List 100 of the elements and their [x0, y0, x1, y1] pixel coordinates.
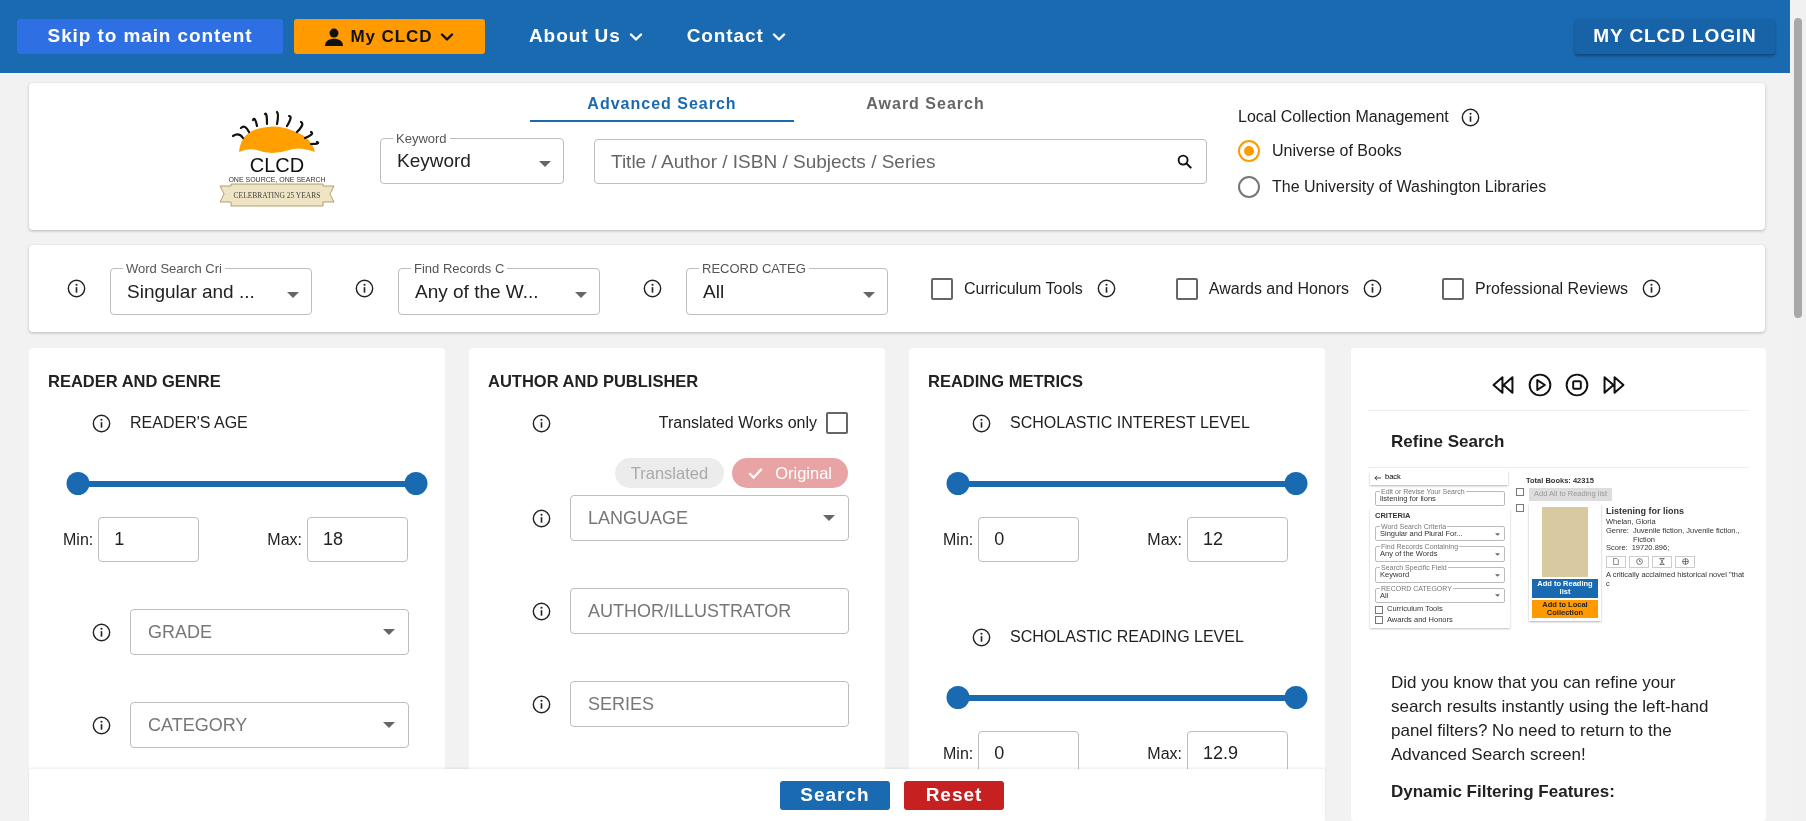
radio-button[interactable] [1238, 140, 1260, 162]
info-icon[interactable] [532, 694, 551, 714]
scrollbar-thumb[interactable] [1794, 18, 1802, 318]
search-icon[interactable] [1177, 154, 1192, 169]
info-icon[interactable] [1642, 279, 1662, 298]
info-icon[interactable] [1460, 107, 1480, 127]
max-label: Max: [1147, 529, 1182, 550]
slider-handle[interactable] [404, 472, 427, 495]
checkbox-label[interactable]: Professional Reviews [1475, 276, 1629, 301]
search-field[interactable]: Title / Author / ISBN / Subjects / Series [594, 139, 1207, 184]
tip-paragraph: Did you know that you can refine your search results instantly using the left-hand panel filters? No need to return to the Advanced Search screen! [1390, 671, 1710, 766]
checkbox[interactable] [826, 412, 848, 434]
info-icon[interactable] [92, 715, 111, 735]
chevron-down-icon [628, 32, 643, 41]
dropdown-caret-icon [383, 722, 395, 728]
info-icon[interactable] [92, 622, 111, 642]
min-value-field[interactable]: 0 [978, 731, 1080, 769]
text-input-field[interactable]: AUTHOR/ILLUSTRATOR [570, 588, 849, 634]
info-icon[interactable] [972, 627, 991, 647]
slider-handle[interactable] [946, 686, 969, 709]
max-label: Max: [267, 529, 302, 550]
slider-handle[interactable] [66, 472, 89, 495]
radio-label[interactable]: Universe of Books [1272, 139, 1402, 163]
info-icon[interactable] [532, 413, 551, 433]
dropdown-field[interactable]: CATEGORY [130, 702, 409, 748]
panel-title: READER AND GENRE [48, 372, 222, 390]
section-heading: Refine Search [1390, 431, 1506, 453]
info-icon[interactable] [67, 279, 86, 298]
dropdown-caret-icon [863, 291, 875, 298]
info-icon[interactable] [1363, 279, 1383, 298]
dropdown-caret-icon [383, 629, 395, 635]
checkbox-label[interactable]: Curriculum Tools [964, 276, 1083, 301]
chevron-down-icon [771, 32, 786, 41]
nav-menu-button[interactable]: Contact [686, 19, 786, 54]
max-value-field[interactable]: 18 [307, 517, 408, 562]
dropdown-field[interactable]: Find Records C Any of the W... [398, 262, 600, 315]
text-input-field[interactable]: SERIES [570, 681, 849, 727]
min-value-field[interactable]: 0 [978, 517, 1080, 562]
dropdown-field[interactable]: LANGUAGE [570, 495, 849, 541]
info-icon[interactable] [92, 413, 111, 433]
fast-forward-icon[interactable] [1602, 375, 1626, 395]
checkbox[interactable] [1442, 277, 1465, 300]
checkbox[interactable] [931, 277, 953, 300]
dropdown-field[interactable]: GRADE [130, 609, 409, 655]
document-icon [1613, 558, 1619, 566]
max-value-field[interactable]: 12.9 [1187, 731, 1288, 769]
stop-icon[interactable] [1565, 373, 1589, 397]
dropdown-field[interactable]: Keyword Keyword [380, 132, 564, 184]
info-icon[interactable] [355, 279, 374, 298]
slider-label: SCHOLASTIC READING LEVEL [1010, 627, 1244, 647]
dropdown-caret-icon [539, 161, 551, 167]
checkbox[interactable] [1516, 488, 1524, 497]
dropdown-caret-icon [1495, 553, 1500, 557]
info-icon[interactable] [532, 508, 551, 528]
info-icon[interactable] [1096, 279, 1116, 298]
dropdown-caret-icon [1495, 532, 1500, 536]
radio-button[interactable] [1238, 176, 1260, 198]
book-title: Listening for lions [1606, 506, 1685, 517]
max-value-field[interactable]: 12 [1187, 517, 1288, 562]
slider-handle[interactable] [1284, 686, 1307, 709]
info-icon[interactable] [972, 413, 991, 433]
dropdown-field[interactable]: RECORD CATEG All [686, 262, 888, 315]
chevron-down-icon [440, 32, 455, 41]
nav-menu-button[interactable]: About Us [529, 19, 643, 54]
arrow-left-icon [1374, 474, 1382, 481]
book-cover-placeholder [1542, 507, 1588, 578]
search-button[interactable]: Search [780, 780, 890, 810]
checkbox-label[interactable]: Awards and Honors [1208, 276, 1350, 301]
skip-link-button[interactable]: Skip to main content [17, 19, 283, 54]
account-menu-button[interactable]: My CLCD [294, 19, 485, 54]
play-icon[interactable] [1528, 373, 1552, 397]
max-label: Max: [1147, 743, 1182, 764]
hourglass-icon [1659, 558, 1665, 566]
search-tab[interactable]: Award Search [807, 88, 1044, 122]
info-icon[interactable] [643, 279, 662, 298]
radio-label[interactable]: The University of Washington Libraries [1272, 175, 1547, 199]
rewind-icon[interactable] [1491, 375, 1515, 395]
slider-handle[interactable] [1284, 472, 1307, 495]
min-label: Min: [943, 743, 974, 764]
checkbox[interactable] [1516, 504, 1524, 513]
person-icon [324, 27, 343, 46]
reset-button[interactable]: Reset [904, 780, 1004, 810]
dropdown-caret-icon [287, 291, 299, 298]
dropdown-caret-icon [823, 515, 835, 521]
info-icon[interactable] [532, 601, 551, 621]
slider-handle[interactable] [946, 472, 969, 495]
checkbox[interactable] [1175, 277, 1198, 300]
login-button[interactable]: MY CLCD LOGIN [1575, 19, 1775, 54]
check-icon [748, 466, 764, 480]
min-value-field[interactable]: 1 [98, 517, 200, 562]
logo-text: CLCD [249, 154, 305, 176]
slider-label: READER'S AGE [130, 413, 248, 433]
checkbox-label[interactable]: Translated Works only [658, 411, 817, 435]
section-heading: Dynamic Filtering Features: [1390, 780, 1616, 803]
min-label: Min: [63, 529, 94, 550]
search-tab[interactable]: Advanced Search [530, 88, 794, 122]
dropdown-field[interactable]: Word Search Cri Singular and ... [110, 262, 312, 315]
clock-icon [1635, 558, 1643, 566]
dropdown-caret-icon [1495, 594, 1500, 598]
panel-title: AUTHOR AND PUBLISHER [488, 372, 700, 390]
